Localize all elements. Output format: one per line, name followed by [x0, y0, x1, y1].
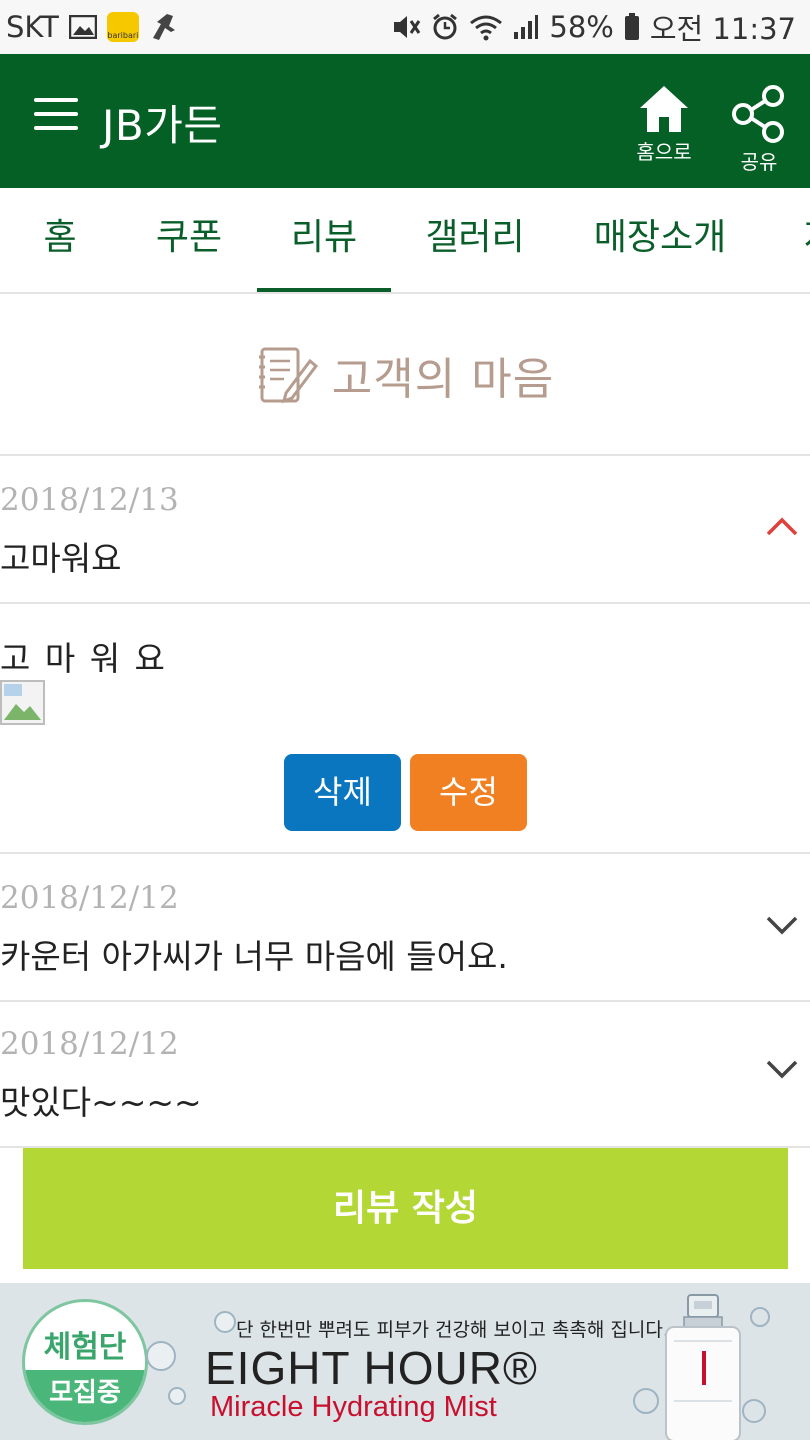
tab-review[interactable]: 리뷰 [257, 188, 391, 292]
app-title: JB가든 [102, 101, 223, 150]
review-item[interactable]: 2018/12/12 카운터 아가씨가 너무 마음에 들어요. [0, 856, 810, 1002]
write-review-button[interactable]: 리뷰 작성 [23, 1148, 788, 1269]
chevron-down-icon[interactable] [764, 906, 800, 942]
chevron-up-icon[interactable] [764, 508, 800, 544]
wifi-icon [469, 13, 503, 41]
battery-percent: 58% [549, 10, 614, 44]
gallery-icon [68, 15, 97, 39]
review-item[interactable]: 2018/12/12 맛있다~~~~ [0, 1002, 810, 1148]
notepad-pencil-icon [258, 347, 318, 404]
tab-bar: 홈 쿠폰 리뷰 갤러리 매장소개 지 [0, 188, 810, 294]
battery-icon [624, 13, 640, 41]
delete-button[interactable]: 삭제 [284, 754, 401, 831]
review-title: 맛있다~~~~ [0, 1083, 202, 1122]
runner-icon [149, 12, 177, 42]
share-button[interactable]: 공유 [724, 84, 794, 175]
bubble-decoration [146, 1341, 176, 1371]
tab-home[interactable]: 홈 [20, 188, 100, 292]
edit-button[interactable]: 수정 [410, 754, 527, 831]
ad-badge: 체험단 모집중 [22, 1299, 148, 1425]
broken-image-icon [0, 680, 45, 725]
share-icon [732, 85, 784, 143]
carrier-label: SKT [6, 10, 59, 44]
home-icon [640, 86, 688, 132]
bubble-decoration [214, 1311, 236, 1333]
clock: 오전 11:37 [649, 12, 796, 46]
tab-next-partial[interactable]: 지 [790, 188, 810, 292]
baribari-app-icon: baribari [106, 12, 139, 42]
status-bar: SKT baribari 58% 오전 11:37 [0, 0, 810, 54]
review-title: 카운터 아가씨가 너무 마음에 들어요. [0, 937, 508, 976]
review-detail: 고 마 워 요 삭제 수정 [0, 604, 810, 854]
alarm-icon [431, 13, 459, 41]
ad-badge-bottom: 모집중 [25, 1370, 145, 1422]
review-title: 고마워요 [0, 539, 122, 578]
home-button-label: 홈으로 [636, 140, 692, 164]
app-header: JB가든 홈으로 공유 [0, 54, 810, 188]
review-body: 고 마 워 요 [0, 639, 167, 678]
review-date: 2018/12/12 [0, 1026, 179, 1062]
section-title: 고객의 마음 [331, 354, 555, 405]
chevron-down-icon[interactable] [764, 1050, 800, 1086]
review-date: 2018/12/13 [0, 482, 179, 518]
tab-gallery[interactable]: 갤러리 [410, 188, 540, 292]
ad-product: Miracle Hydrating Mist [210, 1391, 497, 1423]
bubble-decoration [168, 1387, 186, 1405]
review-item[interactable]: 2018/12/13 고마워요 [0, 458, 810, 604]
tab-coupon[interactable]: 쿠폰 [134, 188, 244, 292]
mist-bottle-image [633, 1294, 770, 1440]
hamburger-menu-icon[interactable] [34, 98, 78, 134]
ad-banner[interactable]: 체험단 모집중 단 한번만 뿌려도 피부가 건강해 보이고 촉촉해 집니다. E… [0, 1283, 810, 1440]
review-date: 2018/12/12 [0, 880, 179, 916]
ad-badge-top: 체험단 [43, 1330, 127, 1365]
ad-tagline: 단 한번만 뿌려도 피부가 건강해 보이고 촉촉해 집니다. [236, 1319, 669, 1341]
mute-icon [391, 13, 421, 41]
ad-brand: EIGHT HOUR® [205, 1342, 538, 1394]
share-button-label: 공유 [740, 150, 778, 174]
tab-store-info[interactable]: 매장소개 [580, 188, 740, 292]
home-button[interactable]: 홈으로 [629, 84, 699, 165]
section-header: 고객의 마음 [0, 296, 810, 456]
signal-icon [513, 14, 539, 40]
